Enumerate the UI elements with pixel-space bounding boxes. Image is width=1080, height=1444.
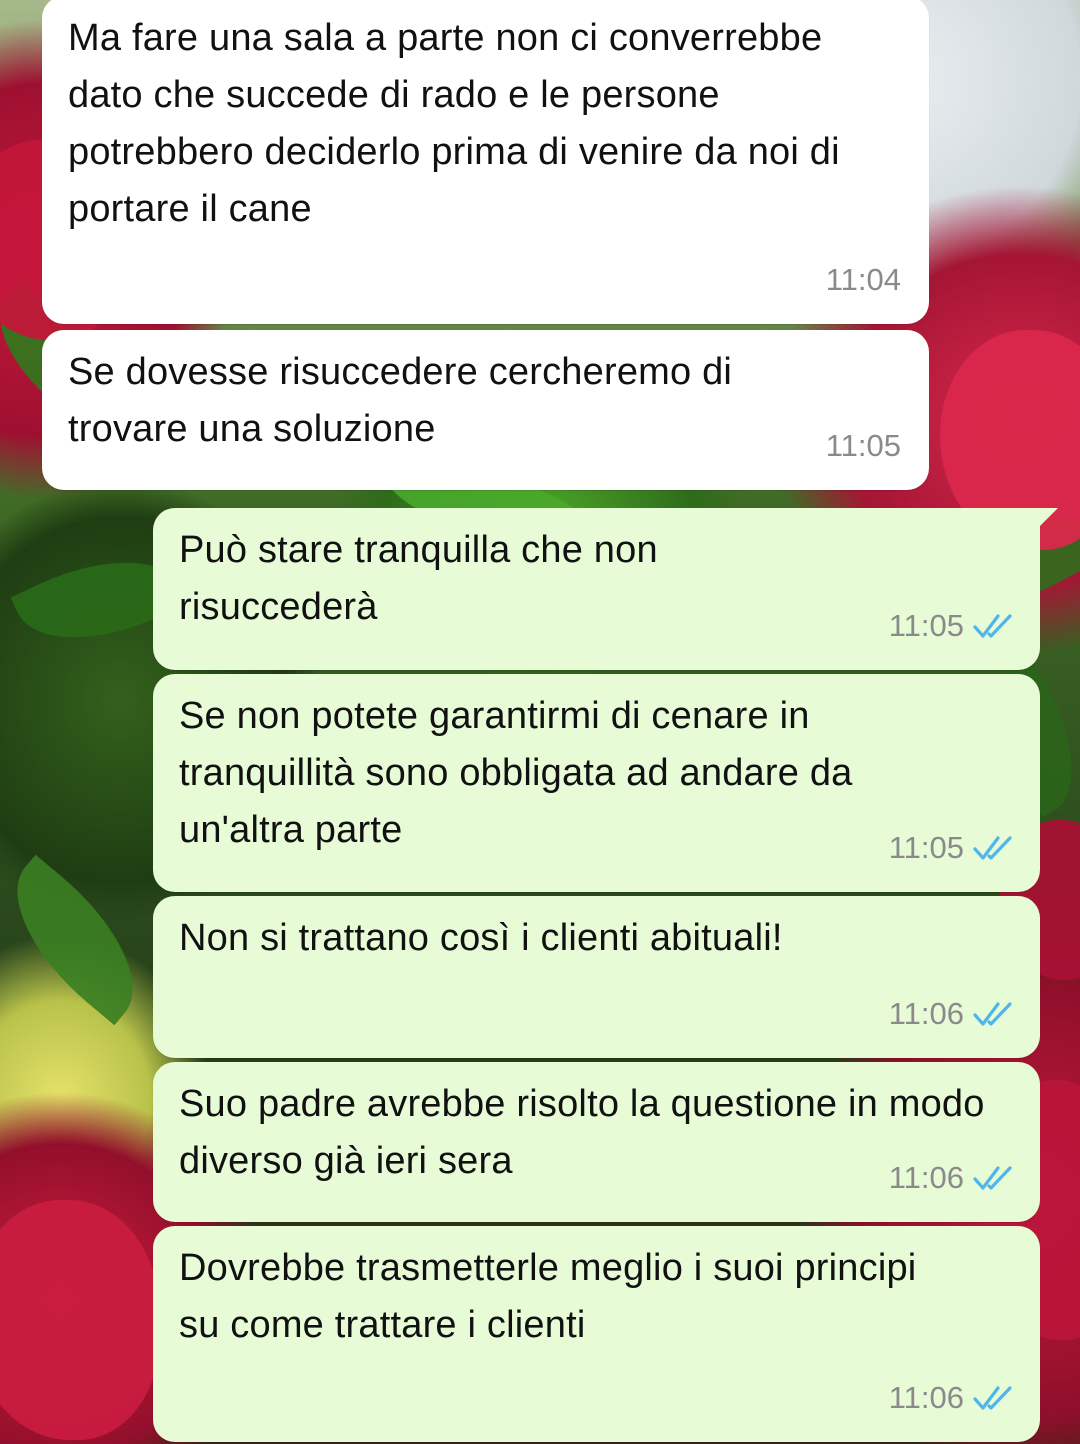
outgoing-message[interactable]: Non si trattano così i clienti abituali!… [153,896,1040,1058]
chat-conversation: Ma fare una sala a parte non ci converre… [0,0,1080,1444]
double-check-icon [973,613,1012,638]
message-time: 11:06 [888,996,964,1031]
message-meta: 11:04 [826,251,901,308]
outgoing-message[interactable]: Se non potete garantirmi di cenare in tr… [153,674,1040,892]
double-check-icon [973,1385,1012,1410]
message-time: 11:05 [888,830,964,865]
message-text: Può stare tranquilla che non risuccederà [179,529,658,628]
message-text: Ma fare una sala a parte non ci converre… [68,17,840,230]
outgoing-message[interactable]: Suo padre avrebbe risolto la questione i… [153,1062,1040,1222]
message-meta: 11:06 [889,1369,1016,1426]
double-check-icon [973,1165,1012,1190]
message-time: 11:05 [825,428,901,463]
message-time: 11:05 [888,608,964,643]
message-meta: 11:06 [889,985,1016,1042]
incoming-message[interactable]: Se dovesse risuccedere cercheremo di tro… [42,330,929,490]
message-text: Se non potete garantirmi di cenare in tr… [179,695,853,851]
bubble-tail [1036,508,1058,530]
outgoing-message[interactable]: Dovrebbe trasmetterle meglio i suoi prin… [153,1226,1040,1442]
double-check-icon [973,835,1012,860]
outgoing-message[interactable]: Può stare tranquilla che non risuccederà… [153,508,1058,670]
double-check-icon [973,1001,1012,1026]
message-text: Se dovesse risuccedere cercheremo di tro… [68,351,733,450]
message-text: Dovrebbe trasmetterle meglio i suoi prin… [179,1247,917,1346]
incoming-message[interactable]: Ma fare una sala a parte non ci converre… [42,0,929,324]
message-text: Non si trattano così i clienti abituali! [179,917,783,959]
message-time: 11:04 [825,262,901,297]
message-time: 11:06 [888,1380,964,1415]
message-meta: 11:05 [889,597,1016,654]
message-meta: 11:06 [889,1149,1016,1206]
message-meta: 11:05 [889,819,1016,876]
message-meta: 11:05 [826,417,901,474]
message-time: 11:06 [888,1160,964,1195]
